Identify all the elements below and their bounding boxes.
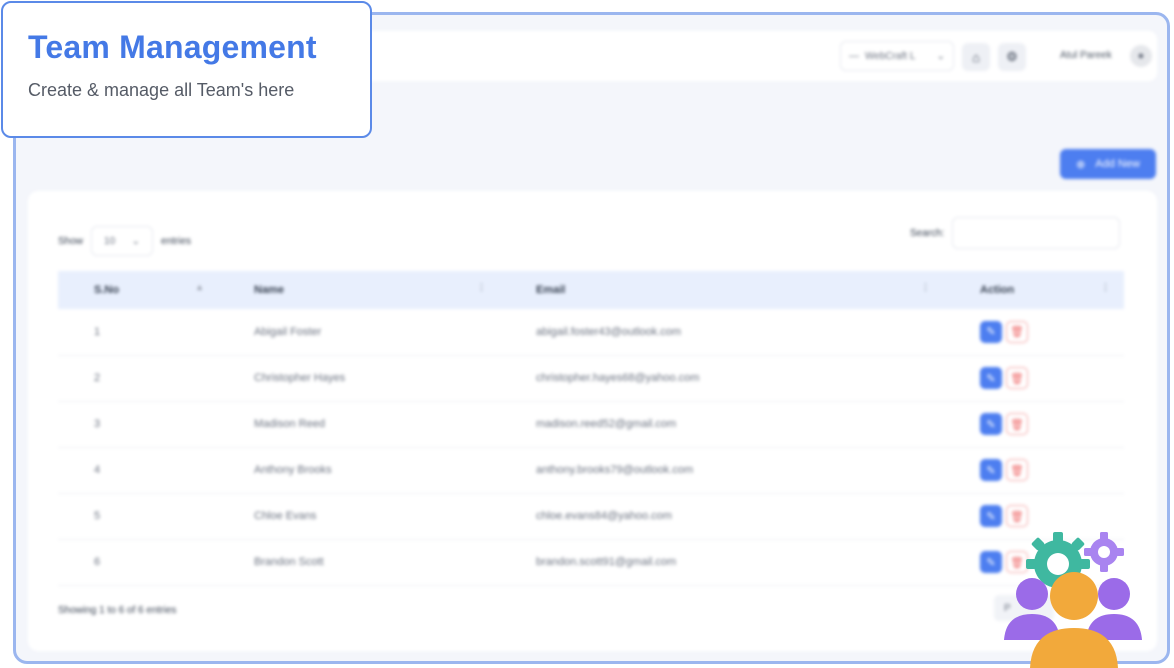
trash-icon: 🗑: [1010, 510, 1024, 523]
edit-button[interactable]: ✎: [980, 413, 1002, 435]
title-card: Team Management Create & manage all Team…: [1, 1, 372, 138]
show-label: Show: [58, 235, 84, 247]
page-title: Team Management: [28, 29, 317, 65]
cell-name: Madison Reed: [254, 418, 325, 430]
cell-action: ✎ 🗑: [944, 309, 1124, 355]
cell-name: Anthony Brooks: [254, 464, 332, 476]
cell-action: ✎ 🗑: [944, 401, 1124, 447]
entries-label: entries: [161, 235, 192, 247]
entries-select[interactable]: 10 ⌄: [91, 226, 154, 256]
edit-button[interactable]: ✎: [980, 551, 1002, 573]
chevron-down-icon: ⌄: [131, 235, 141, 247]
edit-icon: ✎: [986, 372, 996, 385]
cell-email: brandon.scott91@gmail.com: [536, 556, 677, 568]
table-row: 1 Abigail Foster abigail.foster43@outloo…: [58, 309, 1124, 355]
team-gear-illustration: [1004, 532, 1142, 668]
cell-email: abigail.foster43@outlook.com: [536, 325, 682, 338]
trash-icon: 🗑: [1010, 464, 1024, 477]
cell-sno: 4: [94, 464, 101, 476]
add-new-button[interactable]: ⊕ Add New: [1060, 149, 1156, 179]
company-prefix: —: [849, 50, 859, 62]
user-name: Atul Pareek: [1060, 50, 1112, 61]
cell-name: Abigail Foster: [254, 325, 322, 338]
trash-icon: 🗑: [1010, 418, 1024, 431]
sort-icon: ▲: [195, 282, 204, 292]
delete-button[interactable]: 🗑: [1006, 320, 1028, 343]
cell-name: Christopher Hayes: [254, 372, 346, 384]
cell-name: Chloe Evans: [254, 510, 317, 522]
cell-email: anthony.brooks79@outlook.com: [536, 464, 694, 476]
cell-action: ✎ 🗑: [944, 447, 1124, 493]
cell-sno: 1: [94, 325, 101, 338]
avatar[interactable]: ●: [1130, 45, 1152, 67]
cell-action: ✎ 🗑: [944, 355, 1124, 401]
edit-button[interactable]: ✎: [980, 459, 1002, 481]
cell-email: chloe.evans84@yahoo.com: [536, 510, 672, 522]
trash-icon: 🗑: [1010, 372, 1024, 385]
entries-control: Show 10 ⌄ entries: [58, 226, 191, 256]
settings-button[interactable]: ⚙: [998, 43, 1026, 71]
team-table: S.No ▲ Name ⋮ Email ⋮ Action ⋮ 1 Abigail…: [58, 271, 1124, 586]
table-header-row: S.No ▲ Name ⋮ Email ⋮ Action ⋮: [58, 271, 1124, 309]
company-select[interactable]: — WebCraft L ⌄: [840, 41, 954, 71]
edit-icon: ✎: [986, 418, 996, 431]
chevron-down-icon: ⌄: [936, 50, 945, 62]
plus-circle-icon: ⊕: [1076, 158, 1086, 171]
cell-email: madison.reed52@gmail.com: [536, 418, 677, 430]
column-header-name[interactable]: Name ⋮: [218, 271, 500, 309]
sort-icon: ⋮: [921, 282, 930, 292]
entries-value: 10: [104, 235, 116, 247]
team-table-card: Show 10 ⌄ entries Search: S.No ▲ Name ⋮ …: [28, 191, 1157, 651]
delete-button[interactable]: 🗑: [1006, 367, 1028, 389]
edit-button[interactable]: ✎: [980, 320, 1002, 343]
table-row: 6 Brandon Scott brandon.scott91@gmail.co…: [58, 539, 1124, 585]
table-info: Showing 1 to 6 of 6 entries: [58, 605, 177, 616]
cell-name: Brandon Scott: [254, 556, 324, 568]
cell-sno: 6: [94, 556, 101, 568]
add-new-label: Add New: [1095, 158, 1140, 170]
sort-icon: ⋮: [477, 282, 486, 292]
edit-icon: ✎: [986, 464, 996, 477]
sort-icon: ⋮: [1101, 282, 1110, 292]
edit-button[interactable]: ✎: [980, 367, 1002, 389]
column-header-action[interactable]: Action ⋮: [944, 271, 1124, 309]
gear-icon: ⚙: [1006, 49, 1018, 64]
search-input[interactable]: [952, 217, 1121, 249]
table-row: 2 Christopher Hayes christopher.hayes68@…: [58, 355, 1124, 401]
column-header-sno[interactable]: S.No ▲: [58, 271, 218, 309]
search-label: Search:: [910, 227, 945, 239]
cell-sno: 3: [94, 418, 101, 430]
cell-sno: 5: [94, 510, 101, 522]
edit-icon: ✎: [986, 510, 996, 523]
cell-email: christopher.hayes68@yahoo.com: [536, 372, 700, 384]
edit-icon: ✎: [986, 556, 996, 569]
company-name: WebCraft L: [865, 50, 916, 62]
trash-icon: 🗑: [1010, 326, 1024, 339]
cell-sno: 2: [94, 372, 101, 384]
table-row: 5 Chloe Evans chloe.evans84@yahoo.com ✎ 🗑: [58, 493, 1124, 539]
user-icon: ●: [1137, 50, 1145, 62]
table-row: 4 Anthony Brooks anthony.brooks79@outloo…: [58, 447, 1124, 493]
search-control: Search:: [910, 217, 1121, 249]
table-row: 3 Madison Reed madison.reed52@gmail.com …: [58, 401, 1124, 447]
page-subtitle: Create & manage all Team's here: [28, 80, 295, 100]
delete-button[interactable]: 🗑: [1006, 459, 1028, 481]
edit-button[interactable]: ✎: [980, 505, 1002, 527]
edit-icon: ✎: [986, 326, 996, 339]
delete-button[interactable]: 🗑: [1006, 413, 1028, 435]
home-icon: ⌂: [972, 49, 980, 65]
home-button[interactable]: ⌂: [962, 43, 990, 71]
column-header-email[interactable]: Email ⋮: [500, 271, 944, 309]
left-person-icon: [1004, 578, 1060, 640]
